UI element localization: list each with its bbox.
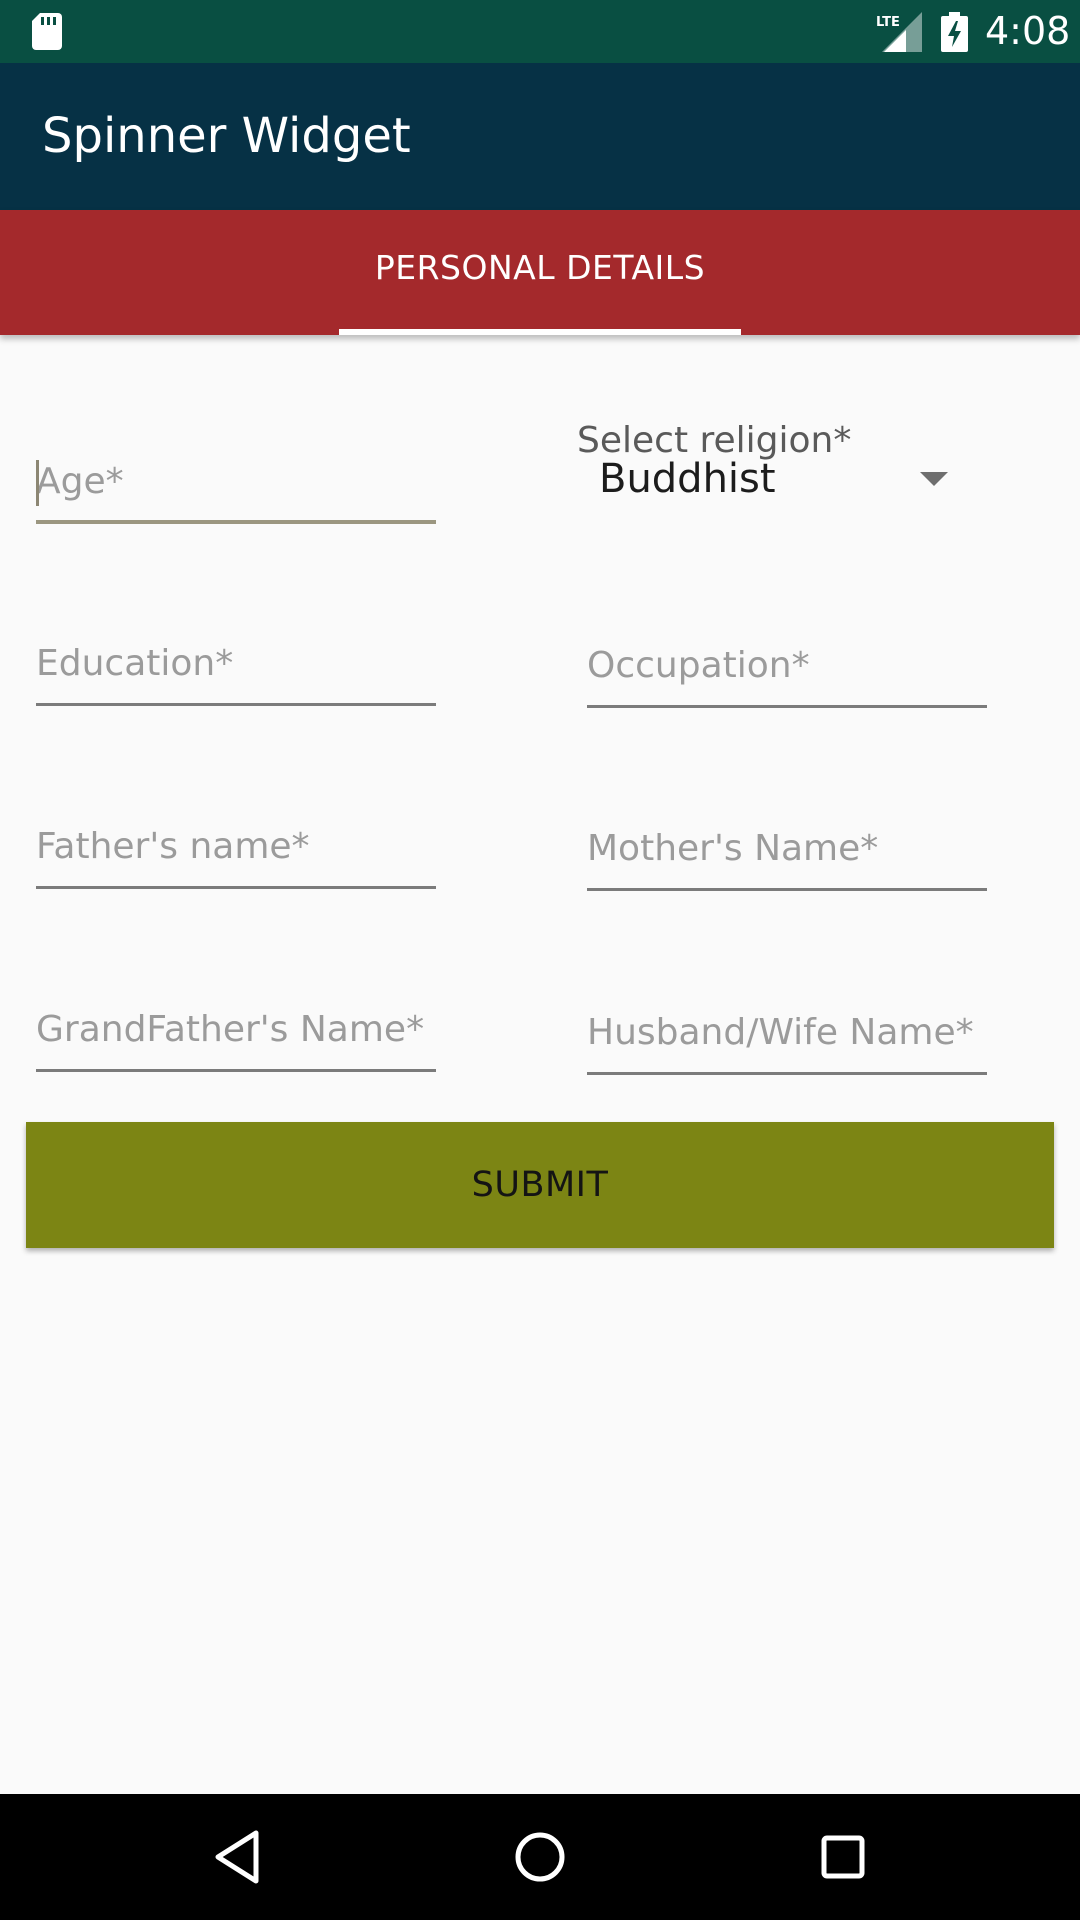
navigation-bar — [0, 1794, 1080, 1920]
occupation-input[interactable] — [587, 628, 987, 702]
education-input[interactable] — [36, 626, 436, 700]
education-underline — [36, 703, 436, 706]
tab-personal-details[interactable]: PERSONAL DETAILS — [339, 210, 741, 335]
father-name-input[interactable] — [36, 809, 436, 883]
spouse-name-input[interactable] — [587, 995, 987, 1069]
text-cursor — [36, 460, 39, 506]
occupation-underline — [587, 705, 987, 708]
app-title: Spinner Widget — [42, 108, 411, 164]
occupation-field[interactable] — [587, 628, 987, 708]
spouse-name-underline — [587, 1072, 987, 1075]
tab-bar: PERSONAL DETAILS — [0, 210, 1080, 335]
network-type-label: LTE — [876, 15, 900, 30]
tab-selected-indicator — [339, 329, 741, 335]
status-bar: LTE 4:08 — [0, 0, 1080, 63]
spouse-name-field[interactable] — [587, 995, 987, 1075]
recents-icon[interactable] — [810, 1824, 876, 1890]
mother-name-input[interactable] — [587, 811, 987, 885]
father-name-underline — [36, 886, 436, 889]
grandfather-name-field[interactable] — [36, 992, 436, 1072]
tab-label: PERSONAL DETAILS — [374, 248, 706, 287]
grandfather-name-underline — [36, 1069, 436, 1072]
home-icon[interactable] — [507, 1824, 573, 1890]
age-underline — [36, 520, 436, 524]
age-input[interactable] — [36, 444, 436, 518]
status-clock: 4:08 — [985, 9, 1071, 53]
education-field[interactable] — [36, 626, 436, 706]
religion-spinner[interactable]: Buddhist — [578, 452, 958, 508]
signal-icon: LTE — [876, 12, 922, 52]
submit-label: SUBMIT — [471, 1165, 609, 1205]
battery-charging-icon — [941, 12, 968, 52]
religion-selected-value: Buddhist — [599, 456, 776, 502]
back-icon[interactable] — [206, 1824, 272, 1890]
mother-name-field[interactable] — [587, 811, 987, 891]
age-field[interactable] — [36, 444, 436, 524]
dropdown-caret-icon — [920, 472, 948, 486]
submit-button[interactable]: SUBMIT — [26, 1122, 1054, 1248]
app-bar: Spinner Widget — [0, 63, 1080, 210]
sd-card-icon — [32, 13, 62, 50]
father-name-field[interactable] — [36, 809, 436, 889]
grandfather-name-input[interactable] — [36, 992, 436, 1066]
mother-name-underline — [587, 888, 987, 891]
